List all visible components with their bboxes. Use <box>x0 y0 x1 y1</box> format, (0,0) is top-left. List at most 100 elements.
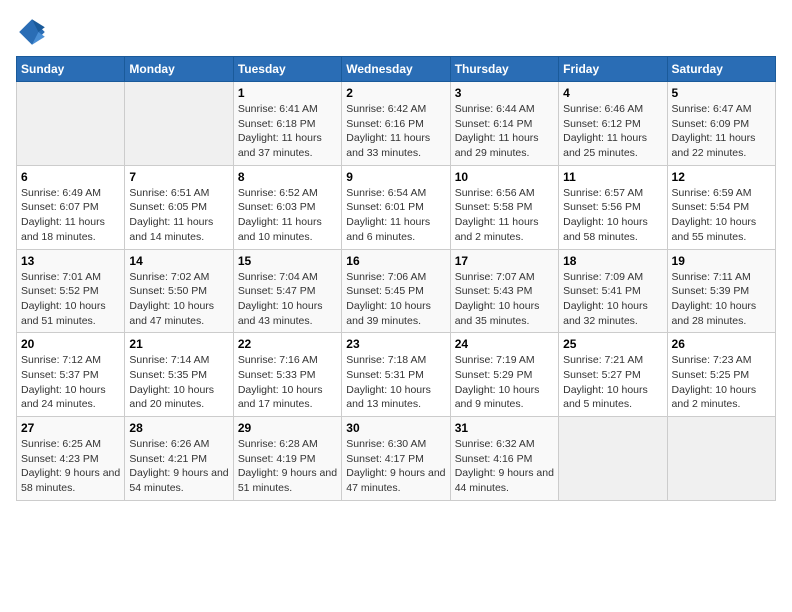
calendar-cell: 30 Sunrise: 6:30 AMSunset: 4:17 PMDayligh… <box>342 417 450 501</box>
day-number: 28 <box>129 421 228 435</box>
calendar-week-row: 20Sunrise: 7:12 AMSunset: 5:37 PMDayligh… <box>17 333 776 417</box>
calendar-cell: 23 Sunrise: 7:18 AMSunset: 5:31 PMDayligh… <box>342 333 450 417</box>
calendar-cell: 9 Sunrise: 6:54 AMSunset: 6:01 PMDaylight… <box>342 165 450 249</box>
weekday-row: SundayMondayTuesdayWednesdayThursdayFrid… <box>17 57 776 82</box>
calendar-cell: 11 Sunrise: 6:57 AMSunset: 5:56 PMDayligh… <box>559 165 667 249</box>
cell-content: Sunrise: 6:47 AMSunset: 6:09 PMDaylight:… <box>672 102 771 161</box>
calendar-cell: 6 Sunrise: 6:49 AMSunset: 6:07 PMDaylight… <box>17 165 125 249</box>
day-number: 27 <box>21 421 120 435</box>
page-header <box>16 16 776 48</box>
calendar-cell: 17Sunrise: 7:07 AMSunset: 5:43 PMDayligh… <box>450 249 558 333</box>
cell-content: Sunrise: 7:02 AMSunset: 5:50 PMDaylight:… <box>129 270 228 329</box>
cell-content: Sunrise: 6:49 AMSunset: 6:07 PMDaylight:… <box>21 186 120 245</box>
cell-content: Sunrise: 7:18 AMSunset: 5:31 PMDaylight:… <box>346 353 445 412</box>
calendar-cell <box>559 417 667 501</box>
cell-content: Sunrise: 6:52 AMSunset: 6:03 PMDaylight:… <box>238 186 337 245</box>
calendar-cell <box>667 417 775 501</box>
calendar-cell: 25Sunrise: 7:21 AMSunset: 5:27 PMDayligh… <box>559 333 667 417</box>
calendar-cell: 10 Sunrise: 6:56 AMSunset: 5:58 PMDayligh… <box>450 165 558 249</box>
cell-content: Sunrise: 6:57 AMSunset: 5:56 PMDaylight:… <box>563 186 662 245</box>
cell-content: Sunrise: 7:12 AMSunset: 5:37 PMDaylight:… <box>21 353 120 412</box>
cell-content: Sunrise: 6:42 AMSunset: 6:16 PMDaylight:… <box>346 102 445 161</box>
cell-content: Sunrise: 7:23 AMSunset: 5:25 PMDaylight:… <box>672 353 771 412</box>
weekday-header: Thursday <box>450 57 558 82</box>
day-number: 8 <box>238 170 337 184</box>
cell-content: Sunrise: 6:54 AMSunset: 6:01 PMDaylight:… <box>346 186 445 245</box>
day-number: 11 <box>563 170 662 184</box>
day-number: 10 <box>455 170 554 184</box>
day-number: 2 <box>346 86 445 100</box>
day-number: 21 <box>129 337 228 351</box>
calendar-cell: 24 Sunrise: 7:19 AMSunset: 5:29 PMDayligh… <box>450 333 558 417</box>
day-number: 24 <box>455 337 554 351</box>
calendar-cell: 7 Sunrise: 6:51 AMSunset: 6:05 PMDaylight… <box>125 165 233 249</box>
day-number: 29 <box>238 421 337 435</box>
day-number: 22 <box>238 337 337 351</box>
calendar-cell: 28 Sunrise: 6:26 AMSunset: 4:21 PMDayligh… <box>125 417 233 501</box>
logo-icon <box>16 16 48 48</box>
calendar-cell: 20Sunrise: 7:12 AMSunset: 5:37 PMDayligh… <box>17 333 125 417</box>
cell-content: Sunrise: 6:30 AMSunset: 4:17 PMDaylight:… <box>346 437 445 496</box>
calendar-cell <box>125 82 233 166</box>
calendar-cell: 3Sunrise: 6:44 AMSunset: 6:14 PMDaylight… <box>450 82 558 166</box>
cell-content: Sunrise: 6:51 AMSunset: 6:05 PMDaylight:… <box>129 186 228 245</box>
weekday-header: Saturday <box>667 57 775 82</box>
cell-content: Sunrise: 6:25 AMSunset: 4:23 PMDaylight:… <box>21 437 120 496</box>
calendar-body: 1Sunrise: 6:41 AMSunset: 6:18 PMDaylight… <box>17 82 776 501</box>
calendar-cell: 29Sunrise: 6:28 AMSunset: 4:19 PMDayligh… <box>233 417 341 501</box>
calendar-cell: 19Sunrise: 7:11 AMSunset: 5:39 PMDayligh… <box>667 249 775 333</box>
weekday-header: Sunday <box>17 57 125 82</box>
calendar-cell: 31 Sunrise: 6:32 AMSunset: 4:16 PMDayligh… <box>450 417 558 501</box>
day-number: 14 <box>129 254 228 268</box>
calendar-table: SundayMondayTuesdayWednesdayThursdayFrid… <box>16 56 776 501</box>
day-number: 7 <box>129 170 228 184</box>
day-number: 26 <box>672 337 771 351</box>
day-number: 17 <box>455 254 554 268</box>
weekday-header: Tuesday <box>233 57 341 82</box>
calendar-cell: 18Sunrise: 7:09 AMSunset: 5:41 PMDayligh… <box>559 249 667 333</box>
calendar-week-row: 6 Sunrise: 6:49 AMSunset: 6:07 PMDaylight… <box>17 165 776 249</box>
calendar-week-row: 13Sunrise: 7:01 AMSunset: 5:52 PMDayligh… <box>17 249 776 333</box>
day-number: 12 <box>672 170 771 184</box>
day-number: 1 <box>238 86 337 100</box>
weekday-header: Monday <box>125 57 233 82</box>
cell-content: Sunrise: 7:04 AMSunset: 5:47 PMDaylight:… <box>238 270 337 329</box>
calendar-cell: 5Sunrise: 6:47 AMSunset: 6:09 PMDaylight… <box>667 82 775 166</box>
calendar-cell: 14 Sunrise: 7:02 AMSunset: 5:50 PMDayligh… <box>125 249 233 333</box>
calendar-cell: 12 Sunrise: 6:59 AMSunset: 5:54 PMDayligh… <box>667 165 775 249</box>
weekday-header: Wednesday <box>342 57 450 82</box>
calendar-cell: 27 Sunrise: 6:25 AMSunset: 4:23 PMDayligh… <box>17 417 125 501</box>
cell-content: Sunrise: 6:32 AMSunset: 4:16 PMDaylight:… <box>455 437 554 496</box>
day-number: 23 <box>346 337 445 351</box>
calendar-header: SundayMondayTuesdayWednesdayThursdayFrid… <box>17 57 776 82</box>
cell-content: Sunrise: 6:59 AMSunset: 5:54 PMDaylight:… <box>672 186 771 245</box>
calendar-cell: 15 Sunrise: 7:04 AMSunset: 5:47 PMDayligh… <box>233 249 341 333</box>
day-number: 3 <box>455 86 554 100</box>
day-number: 16 <box>346 254 445 268</box>
cell-content: Sunrise: 7:06 AMSunset: 5:45 PMDaylight:… <box>346 270 445 329</box>
cell-content: Sunrise: 7:11 AMSunset: 5:39 PMDaylight:… <box>672 270 771 329</box>
calendar-cell <box>17 82 125 166</box>
calendar-cell: 21 Sunrise: 7:14 AMSunset: 5:35 PMDayligh… <box>125 333 233 417</box>
calendar-cell: 8 Sunrise: 6:52 AMSunset: 6:03 PMDaylight… <box>233 165 341 249</box>
calendar-cell: 13Sunrise: 7:01 AMSunset: 5:52 PMDayligh… <box>17 249 125 333</box>
calendar-cell: 1Sunrise: 6:41 AMSunset: 6:18 PMDaylight… <box>233 82 341 166</box>
cell-content: Sunrise: 7:19 AMSunset: 5:29 PMDaylight:… <box>455 353 554 412</box>
calendar-cell: 4Sunrise: 6:46 AMSunset: 6:12 PMDaylight… <box>559 82 667 166</box>
calendar-cell: 2 Sunrise: 6:42 AMSunset: 6:16 PMDaylight… <box>342 82 450 166</box>
day-number: 13 <box>21 254 120 268</box>
cell-content: Sunrise: 6:26 AMSunset: 4:21 PMDaylight:… <box>129 437 228 496</box>
day-number: 30 <box>346 421 445 435</box>
calendar-cell: 26 Sunrise: 7:23 AMSunset: 5:25 PMDayligh… <box>667 333 775 417</box>
calendar-cell: 22Sunrise: 7:16 AMSunset: 5:33 PMDayligh… <box>233 333 341 417</box>
day-number: 6 <box>21 170 120 184</box>
cell-content: Sunrise: 7:14 AMSunset: 5:35 PMDaylight:… <box>129 353 228 412</box>
day-number: 4 <box>563 86 662 100</box>
day-number: 9 <box>346 170 445 184</box>
day-number: 15 <box>238 254 337 268</box>
cell-content: Sunrise: 6:56 AMSunset: 5:58 PMDaylight:… <box>455 186 554 245</box>
cell-content: Sunrise: 7:21 AMSunset: 5:27 PMDaylight:… <box>563 353 662 412</box>
calendar-week-row: 27 Sunrise: 6:25 AMSunset: 4:23 PMDayligh… <box>17 417 776 501</box>
calendar-week-row: 1Sunrise: 6:41 AMSunset: 6:18 PMDaylight… <box>17 82 776 166</box>
day-number: 31 <box>455 421 554 435</box>
